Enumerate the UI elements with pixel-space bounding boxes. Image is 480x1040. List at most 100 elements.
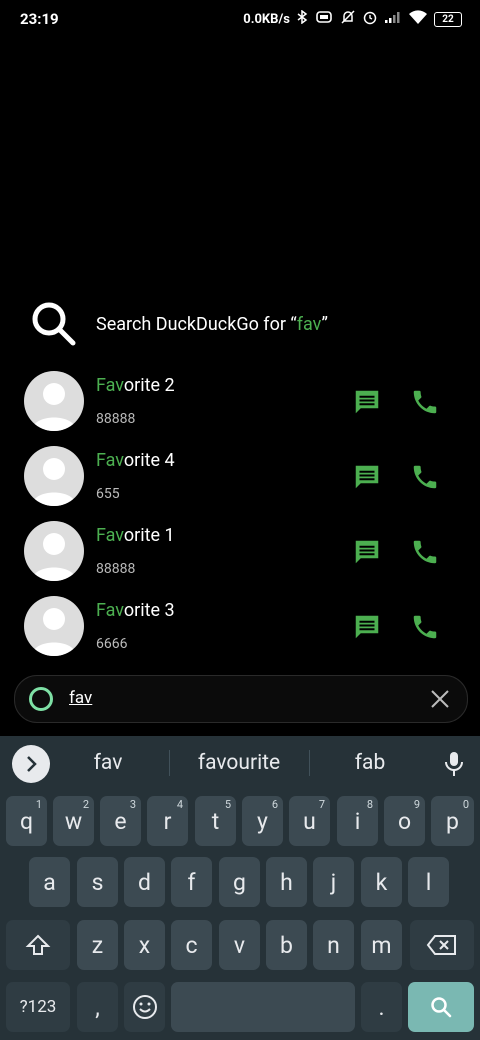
- contact-name-rest: orite 2: [123, 375, 175, 396]
- status-icons: 0.0KB/s 22: [243, 9, 462, 29]
- phone-icon[interactable]: [410, 537, 440, 567]
- key[interactable]: s: [77, 857, 118, 907]
- emoji-icon: [132, 995, 157, 1019]
- key[interactable]: w2: [53, 796, 94, 846]
- search-key[interactable]: [408, 982, 474, 1032]
- key-hint: 3: [129, 798, 136, 811]
- emoji-key[interactable]: [124, 982, 165, 1032]
- avatar: [24, 521, 84, 581]
- key[interactable]: e3: [100, 796, 141, 846]
- key[interactable]: i8: [337, 796, 378, 846]
- symbols-key[interactable]: ?123: [6, 982, 70, 1032]
- close-icon[interactable]: [429, 688, 451, 710]
- search-icon: [30, 300, 78, 352]
- key[interactable]: r4: [147, 796, 188, 846]
- key-hint: 5: [224, 798, 231, 811]
- contact-number: 6666: [96, 636, 128, 652]
- message-icon[interactable]: [352, 537, 382, 567]
- key[interactable]: m: [361, 920, 402, 970]
- key[interactable]: t5: [195, 796, 236, 846]
- key-hint: 2: [82, 798, 89, 811]
- vibrate-icon: [314, 10, 334, 28]
- assistant-ring-icon: [29, 687, 53, 711]
- avatar: [24, 596, 84, 656]
- search-input-text[interactable]: fav: [69, 688, 92, 708]
- key[interactable]: u7: [289, 796, 330, 846]
- period-key[interactable]: .: [361, 982, 402, 1032]
- phone-icon[interactable]: [410, 462, 440, 492]
- backspace-icon: [426, 935, 456, 955]
- key-label: q: [19, 807, 34, 835]
- keyboard: fav favourite fab q1 w2 e3 r4 t5 y6 u7 i…: [0, 736, 480, 1040]
- search-icon: [431, 997, 452, 1018]
- comma-key[interactable]: ,: [77, 982, 118, 1032]
- contact-row[interactable]: Favorite 3 6666: [0, 596, 480, 671]
- contact-name: Favorite 2: [96, 375, 175, 396]
- avatar: [24, 371, 84, 431]
- suggestion-item[interactable]: favourite: [180, 751, 298, 775]
- contact-name-match: Fav: [96, 525, 124, 546]
- contact-name-match: Fav: [96, 375, 124, 396]
- key-label: o: [397, 807, 412, 835]
- contact-row[interactable]: Favorite 1 88888: [0, 521, 480, 596]
- key[interactable]: b: [266, 920, 307, 970]
- contact-number: 655: [96, 486, 120, 502]
- status-bar: 23:19 0.0KB/s 22: [0, 0, 480, 42]
- phone-icon[interactable]: [410, 387, 440, 417]
- message-icon[interactable]: [352, 387, 382, 417]
- key-label: t: [211, 807, 220, 835]
- shift-icon: [25, 934, 51, 955]
- contact-name-match: Fav: [96, 450, 124, 471]
- web-search-term: fav: [296, 314, 322, 335]
- key[interactable]: f: [171, 857, 212, 907]
- web-search-suggestion[interactable]: Search DuckDuckGo for “fav”: [0, 300, 480, 350]
- signal-icon: [384, 10, 402, 28]
- contact-name-match: Fav: [96, 600, 124, 621]
- key-hint: 4: [176, 798, 183, 811]
- key[interactable]: d: [124, 857, 165, 907]
- phone-icon[interactable]: [410, 612, 440, 642]
- search-input[interactable]: fav: [14, 675, 468, 723]
- key[interactable]: h: [266, 857, 307, 907]
- key-label: w: [64, 807, 83, 835]
- key-label: r: [163, 807, 172, 835]
- key[interactable]: g: [219, 857, 260, 907]
- key[interactable]: k: [361, 857, 402, 907]
- suggestion-item[interactable]: fav: [70, 751, 146, 775]
- key[interactable]: y6: [242, 796, 283, 846]
- key[interactable]: p0: [431, 796, 474, 846]
- key[interactable]: n: [313, 920, 354, 970]
- message-icon[interactable]: [352, 462, 382, 492]
- key[interactable]: a: [29, 857, 70, 907]
- key[interactable]: q1: [6, 796, 47, 846]
- key-hint: 8: [366, 798, 373, 811]
- web-search-label: Search DuckDuckGo for “fav”: [96, 314, 328, 335]
- contact-name-rest: orite 1: [123, 525, 175, 546]
- wifi-icon: [408, 9, 428, 29]
- clock: 23:19: [20, 10, 59, 28]
- key[interactable]: j: [313, 857, 354, 907]
- message-icon[interactable]: [352, 612, 382, 642]
- key-hint: 7: [318, 798, 325, 811]
- divider: [309, 750, 310, 776]
- key-hint: 1: [35, 798, 42, 811]
- microphone-icon[interactable]: [443, 750, 465, 782]
- key[interactable]: z: [77, 920, 118, 970]
- backspace-key[interactable]: [410, 920, 474, 970]
- suggestion-item[interactable]: fab: [330, 751, 410, 775]
- shift-key[interactable]: [6, 920, 70, 970]
- contact-row[interactable]: Favorite 4 655: [0, 446, 480, 521]
- chevron-right-icon[interactable]: [12, 745, 50, 783]
- key[interactable]: c: [171, 920, 212, 970]
- space-key[interactable]: [171, 982, 355, 1032]
- web-search-suffix: ”: [321, 314, 328, 335]
- key[interactable]: l: [408, 857, 449, 907]
- key[interactable]: v: [219, 920, 260, 970]
- divider: [169, 750, 170, 776]
- bluetooth-icon: [296, 9, 308, 28]
- contact-row[interactable]: Favorite 2 88888: [0, 371, 480, 446]
- key-label: p: [446, 807, 459, 835]
- key[interactable]: x: [124, 920, 165, 970]
- key[interactable]: o9: [384, 796, 425, 846]
- mute-bell-icon: [340, 9, 356, 29]
